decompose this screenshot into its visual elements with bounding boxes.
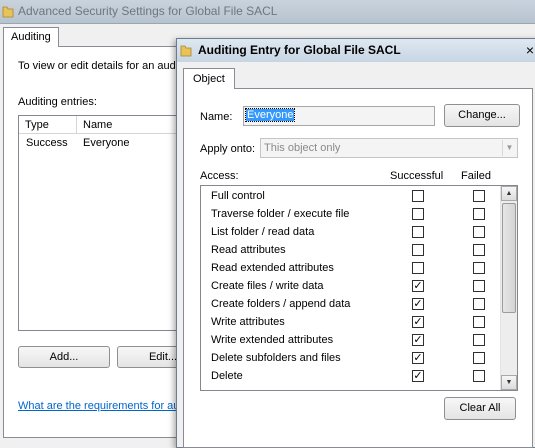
background-title-bar: Advanced Security Settings for Global Fi… bbox=[0, 0, 535, 24]
dialog-title: Auditing Entry for Global File SACL bbox=[198, 43, 401, 57]
permission-name: Write attributes bbox=[211, 316, 285, 328]
tab-auditing[interactable]: Auditing bbox=[3, 27, 59, 47]
successful-checkbox[interactable] bbox=[412, 208, 424, 220]
permission-row: Delete subfolders and files ✓ bbox=[201, 349, 501, 367]
column-divider[interactable] bbox=[76, 116, 77, 133]
successful-checkbox[interactable] bbox=[412, 244, 424, 256]
vertical-scrollbar[interactable]: ▲ ▼ bbox=[500, 186, 517, 390]
clear-all-button[interactable]: Clear All bbox=[444, 397, 516, 420]
tab-object[interactable]: Object bbox=[183, 68, 235, 89]
permission-name: List folder / read data bbox=[211, 226, 315, 238]
apply-onto-label: Apply onto: bbox=[200, 143, 256, 155]
permission-name: Delete subfolders and files bbox=[211, 352, 341, 364]
scrollbar-thumb[interactable] bbox=[502, 203, 516, 313]
auditing-description: To view or edit details for an aud bbox=[18, 60, 176, 72]
apply-onto-value: This object only bbox=[264, 142, 341, 154]
background-window-title: Advanced Security Settings for Global Fi… bbox=[18, 4, 278, 18]
successful-checkbox[interactable] bbox=[412, 190, 424, 202]
failed-column-label: Failed bbox=[461, 170, 491, 182]
successful-checkbox[interactable]: ✓ bbox=[412, 298, 424, 310]
failed-checkbox[interactable] bbox=[473, 334, 485, 346]
permission-name: Full control bbox=[211, 190, 265, 202]
successful-checkbox[interactable]: ✓ bbox=[412, 370, 424, 382]
permission-row: Read attributes bbox=[201, 241, 501, 259]
successful-checkbox[interactable]: ✓ bbox=[412, 352, 424, 364]
permission-row: Write extended attributes ✓ bbox=[201, 331, 501, 349]
entry-name: Everyone bbox=[83, 137, 130, 149]
failed-checkbox[interactable] bbox=[473, 190, 485, 202]
dialog-title-bar[interactable]: Auditing Entry for Global File SACL × bbox=[177, 39, 535, 62]
failed-checkbox[interactable] bbox=[473, 244, 485, 256]
permissions-list[interactable]: ▲ ▼ Full control Traverse folder / execut… bbox=[200, 185, 518, 391]
change-button[interactable]: Change... bbox=[444, 104, 520, 127]
failed-checkbox[interactable] bbox=[473, 280, 485, 292]
permission-name: Traverse folder / execute file bbox=[211, 208, 350, 220]
successful-column-label: Successful bbox=[390, 170, 444, 182]
failed-checkbox[interactable] bbox=[473, 226, 485, 238]
permission-name: Delete bbox=[211, 370, 243, 382]
permission-name: Create files / write data bbox=[211, 280, 324, 292]
permission-name: Write extended attributes bbox=[211, 334, 334, 346]
successful-checkbox[interactable]: ✓ bbox=[412, 280, 424, 292]
column-header-type[interactable]: Type bbox=[25, 119, 49, 131]
name-label: Name: bbox=[200, 111, 233, 123]
access-label: Access: bbox=[200, 170, 239, 182]
permission-row: List folder / read data bbox=[201, 223, 501, 241]
apply-onto-select[interactable]: This object only ▼ bbox=[260, 138, 518, 158]
column-header-name[interactable]: Name bbox=[83, 119, 112, 131]
auditing-entries-label: Auditing entries: bbox=[18, 96, 97, 108]
successful-checkbox[interactable]: ✓ bbox=[412, 316, 424, 328]
failed-checkbox[interactable] bbox=[473, 370, 485, 382]
arrow-up-icon[interactable]: ▲ bbox=[501, 186, 517, 201]
requirements-help-link[interactable]: What are the requirements for au bbox=[18, 400, 179, 412]
failed-checkbox[interactable] bbox=[473, 262, 485, 274]
successful-checkbox[interactable]: ✓ bbox=[412, 334, 424, 346]
permission-row: Read extended attributes bbox=[201, 259, 501, 277]
permission-row: Full control bbox=[201, 187, 501, 205]
close-icon[interactable]: × bbox=[521, 41, 535, 59]
failed-checkbox[interactable] bbox=[473, 352, 485, 364]
permission-name: Read attributes bbox=[211, 244, 286, 256]
failed-checkbox[interactable] bbox=[473, 316, 485, 328]
permission-row: Write attributes ✓ bbox=[201, 313, 501, 331]
failed-checkbox[interactable] bbox=[473, 208, 485, 220]
name-field[interactable]: Everyone bbox=[243, 106, 435, 126]
permission-row: Create files / write data ✓ bbox=[201, 277, 501, 295]
name-value: Everyone bbox=[244, 108, 296, 122]
add-button[interactable]: Add... bbox=[18, 346, 110, 368]
arrow-down-icon[interactable]: ▼ bbox=[501, 375, 517, 390]
chevron-down-icon[interactable]: ▼ bbox=[502, 140, 516, 156]
successful-checkbox[interactable] bbox=[412, 226, 424, 238]
permission-row: Create folders / append data ✓ bbox=[201, 295, 501, 313]
permission-name: Read extended attributes bbox=[211, 262, 334, 274]
successful-checkbox[interactable] bbox=[412, 262, 424, 274]
permission-row: Traverse folder / execute file bbox=[201, 205, 501, 223]
permission-row: Delete ✓ bbox=[201, 367, 501, 385]
failed-checkbox[interactable] bbox=[473, 298, 485, 310]
folder-icon bbox=[2, 6, 14, 18]
folder-icon bbox=[180, 45, 192, 57]
entry-type: Success bbox=[26, 137, 68, 149]
permission-name: Create folders / append data bbox=[211, 298, 351, 310]
